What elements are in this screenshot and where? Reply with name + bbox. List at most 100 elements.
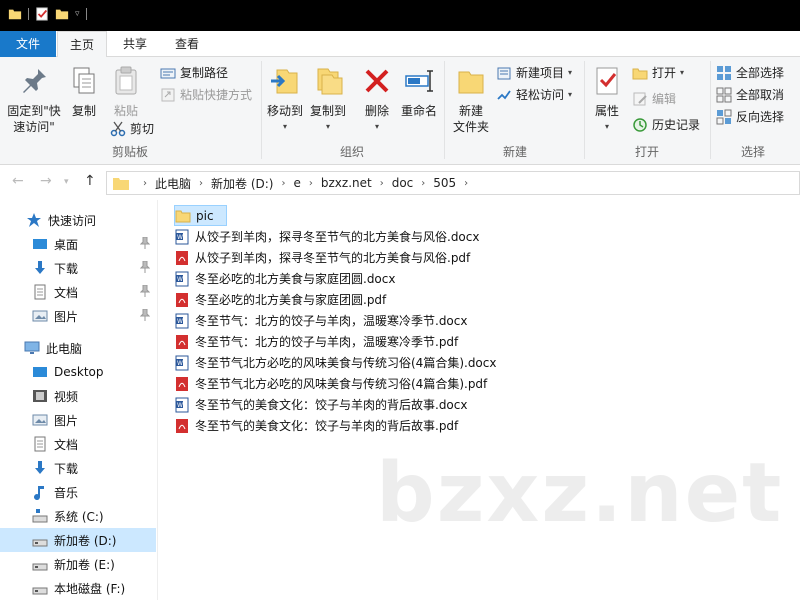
select-none-label: 全部取消 [736, 88, 785, 102]
sidebar-item-documents[interactable]: 文档 [0, 280, 156, 304]
svg-text:W: W [177, 234, 183, 241]
clipboard-icon [115, 66, 137, 95]
chevron-right-icon[interactable]: › [281, 178, 285, 189]
file-item[interactable]: W 从饺子到羊肉，探寻冬至节气的北方美食与风俗.docx [174, 226, 479, 247]
tab-view[interactable]: 查看 [165, 31, 209, 57]
breadcrumb-bzxz[interactable]: bzxz.net [321, 176, 372, 190]
breadcrumb-505[interactable]: 505 [433, 176, 456, 190]
easy-access-button[interactable]: 轻松访问 ▾ [496, 85, 572, 105]
invert-selection-button[interactable]: 反向选择 [716, 107, 784, 127]
rename-button[interactable]: 重命名 [398, 61, 440, 119]
properties-icon [596, 67, 618, 95]
copy-button[interactable]: 复制 [66, 61, 102, 119]
sidebar-item-documents-pc[interactable]: 文档 [0, 432, 156, 456]
ribbon: 固定到"快 速访问" 复制 粘贴 复制路径 粘贴快捷方式 剪切 剪贴板 移动到 … [0, 57, 800, 165]
paste-shortcut-button[interactable]: 粘贴快捷方式 [160, 85, 252, 105]
pin-icon[interactable] [140, 309, 150, 321]
new-folder-icon[interactable] [55, 7, 69, 21]
sidebar-item-downloads[interactable]: 下载 [0, 256, 156, 280]
new-folder-label-line1: 新建 [458, 104, 483, 118]
new-folder-icon [458, 71, 484, 94]
pin-icon[interactable] [140, 261, 150, 273]
pdf-document-icon [176, 334, 188, 349]
sidebar-item-downloads-pc[interactable]: 下载 [0, 456, 156, 480]
chevron-right-icon[interactable]: › [380, 178, 384, 189]
file-item[interactable]: W 冬至必吃的北方美食与家庭团圆.docx [174, 268, 395, 289]
address-bar[interactable]: › 此电脑 › 新加卷 (D:) › e › bzxz.net › doc › … [106, 171, 800, 195]
tab-home[interactable]: 主页 [57, 31, 107, 58]
breadcrumb-this-pc[interactable]: 此电脑 [155, 175, 191, 192]
edit-button[interactable]: 编辑 [632, 89, 676, 109]
new-folder-button[interactable]: 新建 文件夹 [448, 61, 494, 135]
open-folder-icon [632, 68, 648, 80]
pin-to-quick-access-button[interactable]: 固定到"快 速访问" [4, 61, 64, 135]
folder-item-pic[interactable]: pic [174, 205, 227, 226]
easy-access-icon [497, 90, 511, 100]
file-name: 冬至节气的美食文化：饺子与羊肉的背后故事.docx [195, 398, 468, 412]
sidebar-item-videos[interactable]: 视频 [0, 384, 156, 408]
move-to-button[interactable]: 移动到 ▾ [264, 61, 306, 135]
history-button[interactable]: 历史记录 [632, 115, 700, 135]
chevron-right-icon[interactable]: › [309, 178, 313, 189]
group-divider [710, 61, 711, 159]
open-group-label: 打开 [634, 145, 659, 159]
pin-icon[interactable] [140, 285, 150, 297]
navigation-bar: ← → ▾ ↑ › 此电脑 › 新加卷 (D:) › e › bzxz.net … [0, 166, 800, 200]
chevron-right-icon[interactable]: › [464, 178, 468, 189]
chevron-right-icon[interactable]: › [199, 178, 203, 189]
chevron-right-icon[interactable]: › [143, 178, 147, 189]
file-item[interactable]: 冬至节气北方必吃的风味美食与传统习俗(4篇合集).pdf [174, 373, 487, 394]
file-item[interactable]: W 冬至节气北方必吃的风味美食与传统习俗(4篇合集).docx [174, 352, 496, 373]
file-item[interactable]: W 冬至节气：北方的饺子与羊肉，温暖寒冷季节.docx [174, 310, 467, 331]
sidebar-item-pictures-pc[interactable]: 图片 [0, 408, 156, 432]
delete-button[interactable]: 删除 ▾ [358, 61, 396, 135]
open-button[interactable]: 打开 ▾ [632, 63, 684, 83]
properties-icon[interactable] [35, 7, 49, 21]
chevron-right-icon[interactable]: › [421, 178, 425, 189]
breadcrumb-doc[interactable]: doc [392, 176, 414, 190]
sidebar-item-desktop[interactable]: 桌面 [0, 232, 156, 256]
file-item[interactable]: W 冬至节气的美食文化：饺子与羊肉的背后故事.docx [174, 394, 467, 415]
sidebar-quick-access[interactable]: 快速访问 [0, 208, 156, 232]
recent-locations-chevron-icon[interactable]: ▾ [64, 177, 69, 187]
edit-icon [633, 92, 647, 106]
sidebar-item-drive-d[interactable]: 新加卷 (D:) [0, 528, 156, 552]
scissors-icon [110, 121, 126, 137]
folder-icon [175, 210, 191, 222]
sidebar-item-drive-c[interactable]: 系统 (C:) [0, 504, 156, 528]
sidebar-item-desktop-pc[interactable]: Desktop [0, 360, 156, 384]
desktop-icon [33, 367, 47, 377]
properties-button[interactable]: 属性 ▾ [588, 61, 626, 135]
file-name: 冬至节气：北方的饺子与羊肉，温暖寒冷季节.docx [195, 314, 468, 328]
breadcrumb-e[interactable]: e [293, 176, 300, 190]
new-item-button[interactable]: 新建项目 ▾ [496, 63, 572, 83]
file-item[interactable]: 冬至节气：北方的饺子与羊肉，温暖寒冷季节.pdf [174, 331, 458, 352]
paste-button[interactable]: 粘贴 [106, 61, 146, 119]
move-to-label: 移动到 [266, 104, 303, 118]
select-none-button[interactable]: 全部取消 [716, 85, 784, 105]
copy-path-button[interactable]: 复制路径 [160, 63, 228, 83]
forward-arrow-icon[interactable]: → [40, 173, 52, 189]
sidebar-item-label: 本地磁盘 (F:) [54, 581, 126, 596]
sidebar-item-drive-f[interactable]: 本地磁盘 (F:) [0, 576, 156, 600]
tab-file[interactable]: 文件 [0, 31, 56, 57]
sidebar-item-drive-e[interactable]: 新加卷 (E:) [0, 552, 156, 576]
up-arrow-icon[interactable]: ↑ [84, 173, 96, 189]
cut-button[interactable]: 剪切 [110, 119, 154, 139]
file-item[interactable]: 从饺子到羊肉，探寻冬至节气的北方美食与风俗.pdf [174, 247, 470, 268]
select-all-button[interactable]: 全部选择 [716, 63, 784, 83]
customize-toolbar-icon[interactable]: ▿ [75, 9, 80, 19]
sidebar-item-music[interactable]: 音乐 [0, 480, 156, 504]
sidebar-this-pc[interactable]: 此电脑 [0, 336, 156, 360]
copy-to-button[interactable]: 复制到 ▾ [306, 61, 350, 135]
breadcrumb-drive-d[interactable]: 新加卷 (D:) [211, 175, 273, 192]
pin-icon[interactable] [140, 237, 150, 249]
sidebar-item-label: Desktop [54, 365, 104, 379]
sidebar-item-pictures[interactable]: 图片 [0, 304, 156, 328]
title-bar: ▿ [0, 0, 800, 31]
file-item[interactable]: 冬至必吃的北方美食与家庭团圆.pdf [174, 289, 386, 310]
tab-share[interactable]: 共享 [113, 31, 157, 57]
file-item[interactable]: 冬至节气的美食文化：饺子与羊肉的背后故事.pdf [174, 415, 458, 436]
file-name: pic [196, 208, 214, 223]
back-arrow-icon[interactable]: ← [12, 173, 24, 189]
